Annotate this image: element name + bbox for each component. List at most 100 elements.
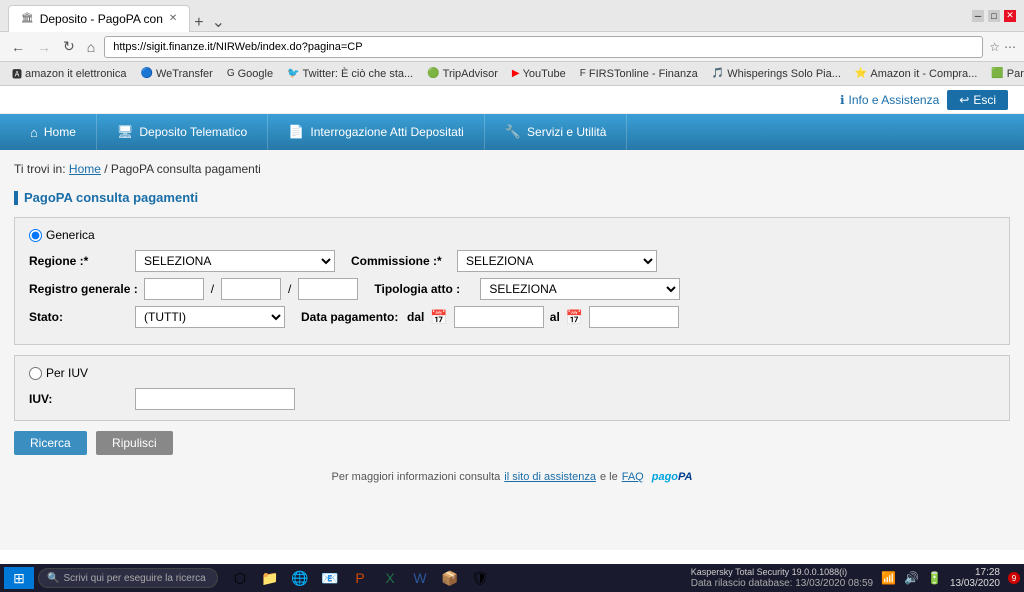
iuv-field: IUV:: [29, 388, 995, 410]
home-button[interactable]: ⌂: [84, 39, 98, 55]
breadcrumb-home-link[interactable]: Home: [69, 162, 101, 176]
registro-input-2[interactable]: [221, 278, 281, 300]
tab-title: Deposito - PagoPA con: [40, 12, 163, 26]
data-dal-input[interactable]: [454, 306, 544, 328]
taskbar-search-placeholder: Scrivi qui per eseguire la ricerca: [63, 573, 205, 584]
faq-link[interactable]: FAQ: [622, 471, 644, 483]
titlebar: 🏛 Deposito - PagoPA con ✕ + ⌄ ─ □ ✕: [0, 0, 1024, 32]
nav-home[interactable]: ⌂ Home: [10, 114, 97, 150]
deposito-icon: 🖥: [117, 124, 134, 140]
nav-servizi[interactable]: 🔧 Servizi e Utilità: [485, 114, 628, 150]
volume-icon: 🔊: [904, 571, 919, 585]
esci-button[interactable]: ↩ Esci: [947, 90, 1008, 110]
regione-field: Regione :* SELEZIONA: [29, 250, 335, 272]
kaspersky-info: Kaspersky Total Security 19.0.0.1088(i) …: [691, 567, 873, 589]
assistenza-link[interactable]: il sito di assistenza: [504, 471, 596, 483]
breadcrumb: Ti trovi in: Home / PagoPA consulta paga…: [14, 162, 1010, 176]
info-assistenza-link[interactable]: ℹ Info e Assistenza: [840, 93, 939, 107]
bookmark-google[interactable]: G Google: [221, 66, 279, 82]
stato-label: Stato:: [29, 310, 129, 324]
bookmark-parametri[interactable]: 🟩 Parametri Avvocati 20: [985, 66, 1024, 82]
bookmark-wetransfer[interactable]: 🔵 WeTransfer: [135, 66, 219, 82]
cal-icon-al[interactable]: 📅: [566, 309, 583, 326]
top-info-bar: ℹ Info e Assistenza ↩ Esci: [0, 86, 1024, 114]
registro-input-1[interactable]: [144, 278, 204, 300]
al-label: al: [550, 310, 560, 324]
taskbar-right: Kaspersky Total Security 19.0.0.1088(i) …: [691, 567, 1020, 589]
registro-label: Registro generale :: [29, 282, 138, 296]
generica-radio[interactable]: [29, 229, 42, 242]
bookmark-amazon-it[interactable]: ⭐ Amazon it - Compra...: [849, 66, 983, 82]
home-nav-icon: ⌂: [30, 125, 38, 140]
tab-menu-button[interactable]: ⌄: [208, 12, 229, 32]
ricerca-button[interactable]: Ricerca: [14, 431, 87, 455]
taskbar-excel-icon[interactable]: X: [376, 566, 404, 590]
start-button[interactable]: ⊞: [4, 567, 34, 589]
per-iuv-radio[interactable]: [29, 367, 42, 380]
servizi-icon: 🔧: [505, 124, 521, 140]
bookmark-amazon[interactable]: 🅰 amazon it elettronica: [6, 64, 133, 83]
back-button[interactable]: ←: [8, 39, 28, 55]
taskbar-ppt-icon[interactable]: P: [346, 566, 374, 590]
taskbar-word-icon[interactable]: W: [406, 566, 434, 590]
notification-badge[interactable]: 9: [1008, 572, 1020, 584]
nav-deposito[interactable]: 🖥 Deposito Telematico: [97, 114, 268, 150]
data-pagamento-label: Data pagamento:: [301, 310, 401, 324]
footer-info: Per maggiori informazioni consulta il si…: [14, 471, 1010, 483]
search-icon: 🔍: [47, 573, 59, 584]
taskbar-app7-icon[interactable]: 📦: [436, 566, 464, 590]
cal-icon-dal[interactable]: 📅: [430, 309, 447, 326]
active-tab[interactable]: 🏛 Deposito - PagoPA con ✕: [8, 5, 190, 32]
form-buttons: Ricerca Ripulisci: [14, 431, 1010, 455]
data-al-input[interactable]: [589, 306, 679, 328]
taskbar-search[interactable]: 🔍 Scrivi qui per eseguire la ricerca: [38, 568, 218, 588]
interrogazione-icon: 📄: [288, 124, 304, 140]
pagopa-logo: pagoPA: [652, 471, 693, 483]
battery-icon: 🔋: [927, 571, 942, 585]
bookmark-firstonline[interactable]: F FIRSTonline - Finanza: [574, 66, 704, 82]
stato-select[interactable]: (TUTTI): [135, 306, 285, 328]
bookmark-tripadvisor[interactable]: 🟢 TripAdvisor: [421, 66, 504, 82]
regione-label: Regione :*: [29, 254, 129, 268]
taskbar-outlook-icon[interactable]: 📧: [316, 566, 344, 590]
taskbar-edge-icon[interactable]: 🌐: [286, 566, 314, 590]
commissione-field: Commissione :* SELEZIONA: [351, 250, 657, 272]
per-iuv-radio-row: Per IUV: [29, 366, 995, 380]
tab-close-button[interactable]: ✕: [169, 13, 177, 24]
taskbar: ⊞ 🔍 Scrivi qui per eseguire la ricerca ⬡…: [0, 564, 1024, 592]
close-button[interactable]: ✕: [1004, 10, 1016, 22]
clock-display: 17:28 13/03/2020: [950, 567, 1000, 589]
bookmark-twitter[interactable]: 🐦 Twitter: È ciò che sta...: [281, 66, 419, 82]
maximize-button[interactable]: □: [988, 10, 1000, 22]
registro-input-3[interactable]: [298, 278, 358, 300]
iuv-input[interactable]: [135, 388, 295, 410]
registro-field: Registro generale : / /: [29, 278, 358, 300]
bookmark-whisperings[interactable]: 🎵 Whisperings Solo Pia...: [706, 66, 847, 82]
new-tab-button[interactable]: +: [190, 14, 207, 32]
form-row-1: Regione :* SELEZIONA Commissione :* SELE…: [29, 250, 995, 272]
address-icons: ☆ ⋯: [989, 40, 1016, 54]
regione-select[interactable]: SELEZIONA: [135, 250, 335, 272]
refresh-button[interactable]: ↻: [60, 38, 78, 55]
tipologia-label: Tipologia atto :: [374, 282, 474, 296]
ripulisci-button[interactable]: Ripulisci: [96, 431, 173, 455]
bookmark-youtube[interactable]: ▶ YouTube: [506, 66, 572, 82]
taskbar-explorer-icon[interactable]: 📁: [256, 566, 284, 590]
network-icon: 📶: [881, 571, 896, 585]
settings-icon[interactable]: ⋯: [1004, 40, 1016, 54]
dal-label: dal: [407, 310, 424, 324]
bookmarks-bar: 🅰 amazon it elettronica 🔵 WeTransfer G G…: [0, 62, 1024, 86]
taskbar-app8-icon[interactable]: 🛡: [466, 566, 494, 590]
minimize-button[interactable]: ─: [972, 10, 984, 22]
address-bar: ← → ↻ ⌂ ☆ ⋯: [0, 32, 1024, 62]
forward-button[interactable]: →: [34, 39, 54, 55]
data-pagamento-field: Data pagamento: dal 📅 al 📅: [301, 306, 679, 328]
tipologia-select[interactable]: SELEZIONA: [480, 278, 680, 300]
info-icon: ℹ: [840, 93, 845, 107]
iuv-label: IUV:: [29, 392, 129, 406]
address-input[interactable]: [104, 36, 983, 58]
nav-interrogazione[interactable]: 📄 Interrogazione Atti Depositati: [268, 114, 485, 150]
star-icon[interactable]: ☆: [989, 40, 1000, 54]
taskbar-cortana-icon[interactable]: ⬡: [226, 566, 254, 590]
commissione-select[interactable]: SELEZIONA: [457, 250, 657, 272]
